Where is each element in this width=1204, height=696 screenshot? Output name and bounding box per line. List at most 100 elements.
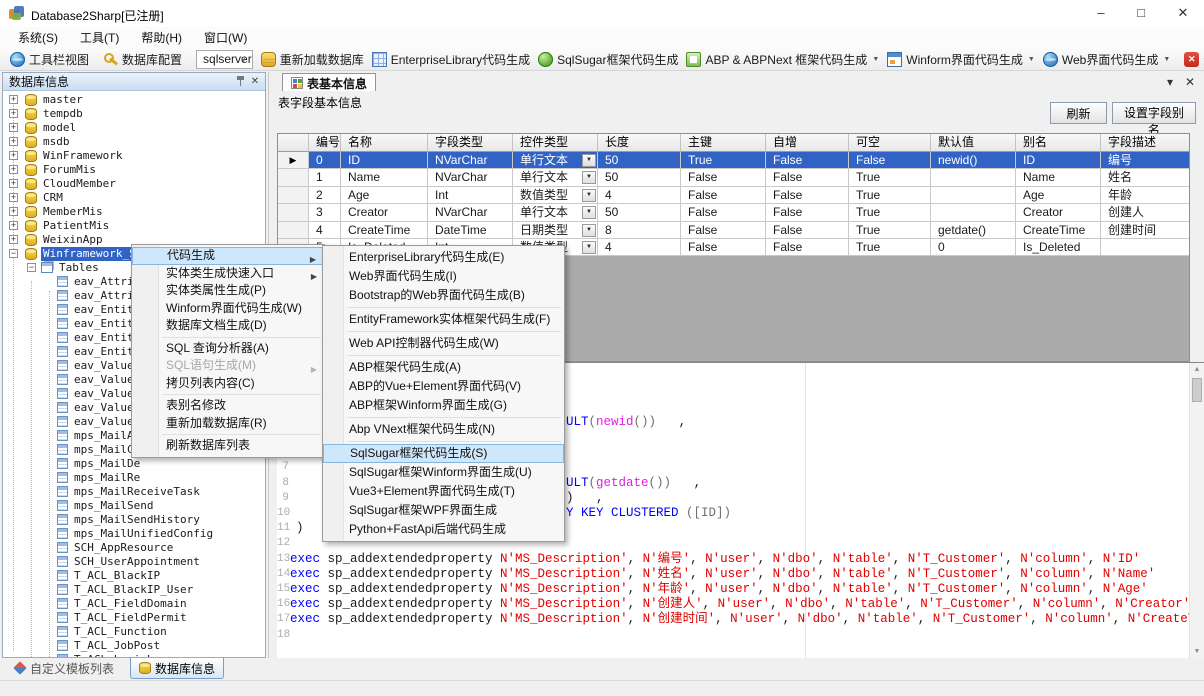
grid-cell[interactable]: 年龄 [1101,187,1190,204]
grid-cell[interactable]: 创建人 [1101,204,1190,221]
grid-cell[interactable]: Age [1016,187,1101,204]
tree-item-MemberMis[interactable]: +MemberMis [3,205,265,219]
tree-item-msdb[interactable]: +msdb [3,135,265,149]
grid-cell[interactable]: 2 [309,187,341,204]
dropdown-arrow-icon[interactable]: ▼ [872,56,879,63]
grid-cell[interactable]: 0 [931,239,1016,256]
grid-cell[interactable]: 编号 [1101,152,1190,169]
grid-header-自增[interactable]: 自增 [766,134,849,152]
tree-item-mps_MailUnifiedConfig[interactable]: mps_MailUnifiedConfig [3,527,265,541]
minimize-icon[interactable]: – [1083,0,1119,26]
grid-cell[interactable]: Is_Deleted [1016,239,1101,256]
grid-cell[interactable]: 4 [598,187,681,204]
grid-cell[interactable]: False [766,152,849,169]
grid-cell[interactable]: 日期类型▼ [513,222,598,239]
tree-item-T_ACL_BlackIP[interactable]: T_ACL_BlackIP [3,569,265,583]
tree-item-T_ACL_FieldPermit[interactable]: T_ACL_FieldPermit [3,611,265,625]
bottom-tab-自定义模板列表[interactable]: 自定义模板列表 [6,658,122,678]
grid-cell[interactable]: 单行文本▼ [513,169,598,186]
toolbar-button-工具栏视图[interactable]: 工具栏视图 [6,50,93,69]
toolbar-button-数据库配置[interactable]: 数据库配置 [99,50,186,69]
menu-item-ABP框架Winform界面生成(G)[interactable]: ABP框架Winform界面生成(G) [323,396,564,415]
menu-item-SQL语句生成(M)[interactable]: SQL语句生成(M)▶ [132,357,324,375]
toolbar-button-Winform界面代码生成[interactable]: Winform界面代码生成▼ [883,50,1039,69]
grid-cell[interactable]: 50 [598,204,681,221]
close-icon[interactable]: ✕ [1165,0,1201,26]
cell-dropdown-icon[interactable]: ▼ [582,171,596,184]
tree-expand-icon[interactable]: + [9,179,18,188]
tree-expand-icon[interactable]: + [9,123,18,132]
grid-cell[interactable]: ID [1016,152,1101,169]
doc-close-icon[interactable]: ✕ [1182,75,1198,89]
grid-header-字段类型[interactable]: 字段类型 [428,134,513,152]
pin-icon[interactable] [233,75,247,89]
grid-cell[interactable] [931,169,1016,186]
tree-item-ForumMis[interactable]: +ForumMis [3,163,265,177]
maximize-icon[interactable]: □ [1123,0,1159,26]
database-type-combo[interactable]: sqlserver∨ [196,50,253,69]
tree-item-T_ACL_LoginLog[interactable]: T_ACL_LoginLog [3,653,265,657]
toolbar-button-退出[interactable]: 退出 [1180,50,1204,69]
grid-cell[interactable]: CreateTime [1016,222,1101,239]
menu-item-Vue3+Element界面代码生成(T)[interactable]: Vue3+Element界面代码生成(T) [323,482,564,501]
grid-cell[interactable]: 数值类型▼ [513,187,598,204]
grid-header-长度[interactable]: 长度 [598,134,681,152]
toolbar-button-Web界面代码生成[interactable]: Web界面代码生成▼ [1039,50,1174,69]
grid-header-默认值[interactable]: 默认值 [931,134,1016,152]
grid-cell[interactable]: 8 [598,222,681,239]
grid-cell[interactable]: False [766,222,849,239]
grid-cell[interactable]: False [681,204,766,221]
menu-item-实体类属性生成(P)[interactable]: 实体类属性生成(P) [132,282,324,300]
grid-cell[interactable]: True [849,204,931,221]
grid-header-主键[interactable]: 主键 [681,134,766,152]
grid-cell[interactable]: getdate() [931,222,1016,239]
grid-header-编号[interactable]: 编号 [309,134,341,152]
grid-row-header[interactable] [278,169,309,186]
menu-item-表别名修改[interactable]: 表别名修改 [132,397,324,415]
grid-cell[interactable] [1101,239,1190,256]
cell-dropdown-icon[interactable]: ▼ [582,154,596,167]
tree-item-model[interactable]: +model [3,121,265,135]
grid-cell[interactable]: 4 [309,222,341,239]
tree-item-T_ACL_FieldDomain[interactable]: T_ACL_FieldDomain [3,597,265,611]
tree-item-mps_MailSendHistory[interactable]: mps_MailSendHistory [3,513,265,527]
tree-expand-icon[interactable]: − [9,249,18,258]
tree-item-mps_MailReceiveTask[interactable]: mps_MailReceiveTask [3,485,265,499]
cell-dropdown-icon[interactable]: ▼ [582,241,596,254]
grid-cell[interactable]: DateTime [428,222,513,239]
grid-cell[interactable]: CreateTime [341,222,428,239]
scroll-up-icon[interactable]: ▲ [1190,363,1204,377]
menu-item-代码生成[interactable]: 代码生成▶ [132,247,324,265]
grid-row-header[interactable] [278,222,309,239]
tree-item-T_ACL_BlackIP_User[interactable]: T_ACL_BlackIP_User [3,583,265,597]
toolbar-button-EnterpriseLibrary代码生成[interactable]: EnterpriseLibrary代码生成 [368,50,534,69]
grid-row-header[interactable]: ▶ [278,152,309,169]
refresh-button[interactable]: 刷新 [1050,102,1107,124]
grid-cell[interactable]: True [849,222,931,239]
grid-cell[interactable]: NVarChar [428,169,513,186]
menu-item-ABP框架代码生成(A)[interactable]: ABP框架代码生成(A) [323,358,564,377]
grid-cell[interactable]: False [766,187,849,204]
grid-row-header[interactable] [278,187,309,204]
editor-scrollbar[interactable]: ▲▼ [1189,363,1204,659]
menu-item-ABP的Vue+Element界面代码(V)[interactable]: ABP的Vue+Element界面代码(V) [323,377,564,396]
grid-cell[interactable]: 单行文本▼ [513,204,598,221]
cell-dropdown-icon[interactable]: ▼ [582,224,596,237]
cell-dropdown-icon[interactable]: ▼ [582,189,596,202]
grid-cell[interactable]: False [766,169,849,186]
menubar-item-2[interactable]: 帮助(H) [133,27,196,48]
chevron-down-icon[interactable]: ∨ [240,54,247,65]
menu-item-Python+FastApi后端代码生成[interactable]: Python+FastApi后端代码生成 [323,520,564,539]
tree-item-mps_MailRe[interactable]: mps_MailRe [3,471,265,485]
menu-item-拷贝列表内容(C)[interactable]: 拷贝列表内容(C) [132,375,324,393]
tree-expand-icon[interactable]: + [9,109,18,118]
menu-item-EntityFramework实体框架代码生成(F)[interactable]: EntityFramework实体框架代码生成(F) [323,310,564,329]
grid-cell[interactable]: False [681,169,766,186]
menu-item-实体类生成快速入口[interactable]: 实体类生成快速入口▶ [132,265,324,283]
grid-cell[interactable]: Name [1016,169,1101,186]
grid-cell[interactable]: NVarChar [428,152,513,169]
tree-item-tempdb[interactable]: +tempdb [3,107,265,121]
grid-header-别名[interactable]: 别名 [1016,134,1101,152]
menu-item-Web API控制器代码生成(W)[interactable]: Web API控制器代码生成(W) [323,334,564,353]
tree-item-T_ACL_Function[interactable]: T_ACL_Function [3,625,265,639]
